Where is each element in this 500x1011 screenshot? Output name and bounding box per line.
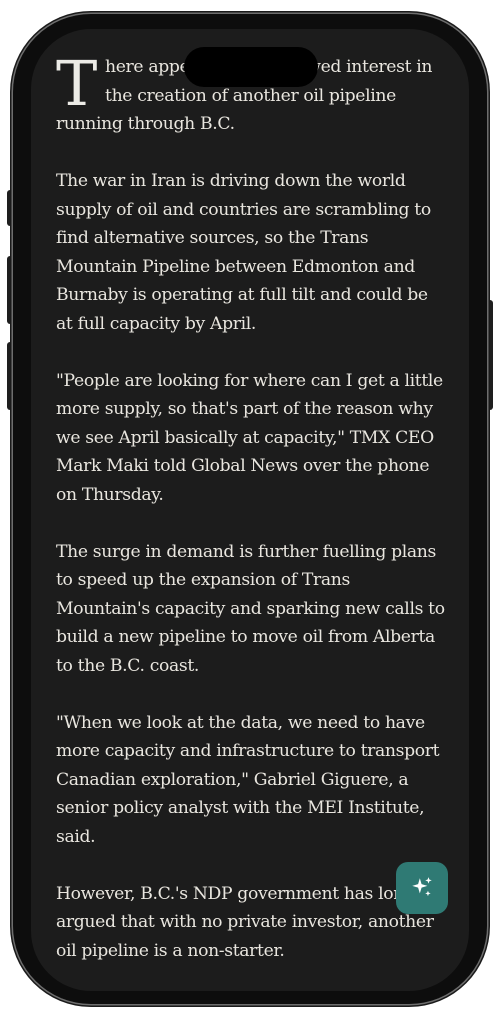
- article-paragraph-5: "When we look at the data, we need to ha…: [56, 712, 440, 847]
- ai-assistant-button[interactable]: [396, 862, 448, 914]
- sparkles-icon: [412, 877, 432, 897]
- article-paragraph-4: The surge in demand is further fuelling …: [56, 541, 445, 676]
- drop-cap: T: [56, 47, 98, 120]
- article-body: There appears to be renewed interest in …: [56, 53, 446, 994]
- article-paragraph-2: The war in Iran is driving down the worl…: [56, 171, 431, 334]
- dynamic-island: [184, 47, 318, 87]
- power-button[interactable]: [486, 300, 493, 410]
- article-paragraph-6: However, B.C.'s NDP government has long …: [56, 883, 434, 961]
- article-paragraph-3: "People are looking for where can I get …: [56, 370, 443, 505]
